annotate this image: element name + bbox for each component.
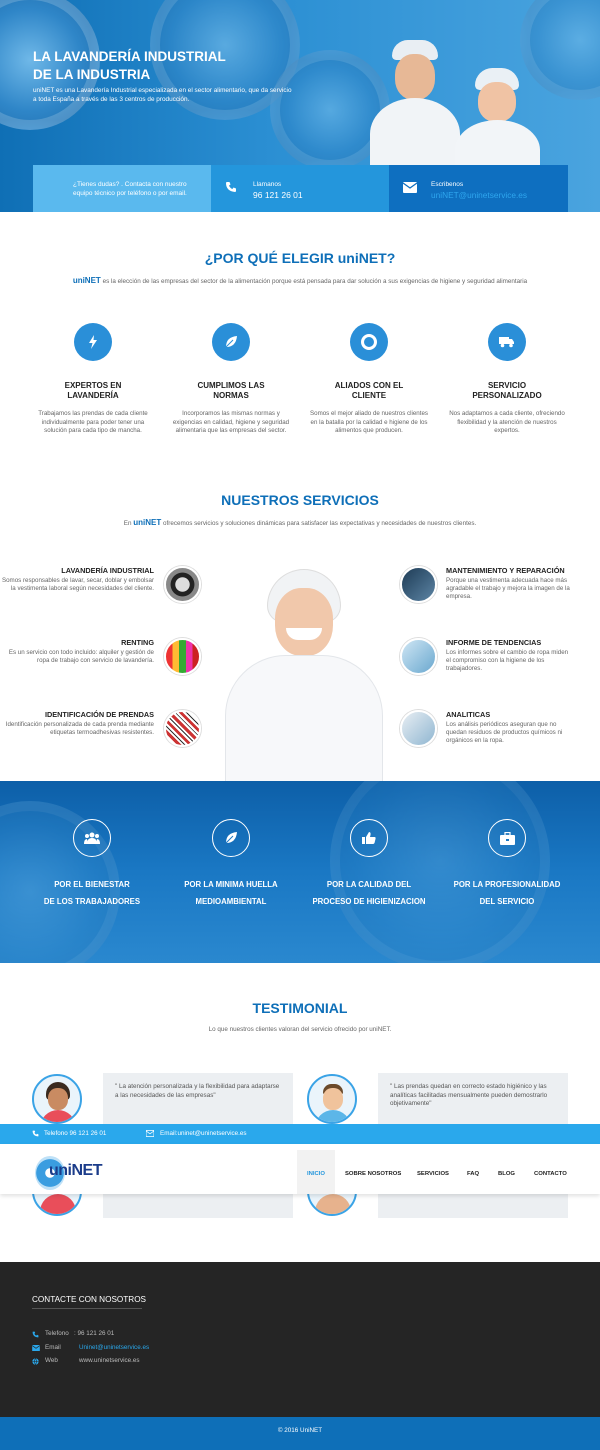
leaf-icon	[212, 323, 250, 361]
envelope-icon	[32, 1345, 40, 1351]
footer: CONTACTE CON NOSOTROS Telefono : 96 121 …	[0, 1262, 600, 1417]
services-subtitle: En uniNET ofrecemos servicios y solucion…	[123, 518, 477, 527]
why-item-title: EXPERTOS EN LAVANDERÍA	[64, 381, 122, 400]
service-identification[interactable]: IDENTIFICACIÓN DE PRENDAS Identificación…	[0, 710, 154, 737]
contact-email[interactable]: uniNET@uninetservice.es	[431, 190, 527, 200]
footer-phone[interactable]: : 96 121 26 01	[74, 1330, 114, 1337]
testimonial-subtitle: Lo que nuestros clientes valoran del ser…	[208, 1026, 392, 1033]
topbar-email[interactable]: Email:uninet@uninetservice.es	[160, 1130, 247, 1137]
why-item-title: ALIADOS CON EL CLIENTE	[334, 381, 404, 400]
clothes-rack-image	[164, 638, 201, 675]
footer-email[interactable]: Uninet@uninetservice.es	[79, 1344, 149, 1351]
service-trends[interactable]: INFORME DE TENDENCIAS Los informes sobre…	[446, 638, 572, 674]
value-environment: POR LA MINIMA HUELLA MEDIOAMBIENTAL	[166, 819, 296, 910]
footer-email-label: Email	[45, 1344, 61, 1351]
value-professionalism: POR LA PROFESIONALIDAD DEL SERVICIO	[442, 819, 572, 910]
nav-item-inicio[interactable]: INICIO	[307, 1171, 325, 1177]
footer-title: CONTACTE CON NOSOTROS	[32, 1295, 147, 1304]
value-wellbeing: POR EL BIENESTAR DE LOS TRABAJADORES	[27, 819, 157, 910]
call-box[interactable]: Llamanos 96 121 26 01	[211, 165, 389, 212]
site-logo[interactable]: uniNET	[35, 1150, 103, 1194]
avatar	[32, 1074, 82, 1124]
why-item-text: Somos el mejor aliado de nuestros client…	[310, 410, 428, 435]
testimonial-quote: " La atención personalizada y la flexibi…	[103, 1073, 293, 1124]
value-quality: POR LA CALIDAD DEL PROCESO DE HIGIENIZACI…	[304, 819, 434, 910]
repair-image	[400, 566, 437, 603]
phone-icon	[32, 1130, 39, 1137]
nav-item-faq[interactable]: FAQ	[467, 1171, 479, 1177]
lifebuoy-icon	[350, 323, 388, 361]
nav-item-sobre-nosotros[interactable]: SOBRE NOSOTROS	[345, 1171, 401, 1177]
group-icon	[73, 819, 111, 857]
services-title: NUESTROS SERVICIOS	[221, 492, 379, 508]
write-label: Escribenos	[431, 181, 464, 188]
testimonial-title: TESTIMONIAL	[252, 1000, 348, 1016]
avatar	[307, 1074, 357, 1124]
why-item-text: Trabajamos las prendas de cada cliente i…	[38, 410, 148, 435]
leaf-icon	[212, 819, 250, 857]
footer-phone-label: Telefono	[45, 1330, 69, 1337]
footer-web-label: Web	[45, 1357, 58, 1364]
footer-web[interactable]: www.uninetservice.es	[79, 1357, 140, 1364]
globe-icon	[32, 1358, 39, 1365]
service-analytics[interactable]: ANALITICAS Los análisis periódicos asegu…	[446, 710, 572, 746]
truck-icon	[488, 323, 526, 361]
why-item-title: SERVICIO PERSONALIZADO	[472, 381, 542, 400]
hero-title: LA LAVANDERÍA INDUSTRIAL DE LA INDUSTRIA	[33, 49, 226, 82]
why-item-title: CUMPLIMOS LAS NORMAS	[197, 381, 265, 400]
lab-analysis-image	[400, 710, 437, 747]
why-title: ¿POR QUÉ ELEGIR uniNET?	[204, 250, 396, 266]
briefcase-icon	[488, 819, 526, 857]
phone-icon	[32, 1331, 39, 1338]
copyright-text: © 2016 UniNET	[277, 1427, 323, 1434]
testimonial-quote	[378, 1194, 568, 1218]
contact-question-box: ¿Tienes dudas? . Contacta con nuestro eq…	[33, 165, 211, 212]
phone-icon	[225, 181, 237, 193]
service-maintenance[interactable]: MANTENIMIENTO Y REPARACIÓN Porque una ve…	[446, 566, 572, 602]
woman-worker-photo	[218, 568, 390, 781]
values-band: POR EL BIENESTAR DE LOS TRABAJADORES POR …	[0, 781, 600, 963]
worker-man-photo	[370, 40, 460, 170]
envelope-icon	[403, 182, 417, 193]
why-item-text: Incorporamos las mismas normas y exigenc…	[172, 410, 290, 435]
why-item-text: Nos adaptamos a cada cliente, ofreciendo…	[449, 410, 565, 435]
laundry-machine-image	[164, 566, 201, 603]
why-item-experts: EXPERTOS EN LAVANDERÍA Trabajamos las pre…	[33, 323, 153, 436]
nav-item-contacto[interactable]: CONTACTO	[534, 1171, 567, 1177]
report-image	[400, 638, 437, 675]
hero-description: uniNET es una Lavandería Industrial espe…	[33, 87, 292, 103]
contact-question-text: ¿Tienes dudas? . Contacta con nuestro eq…	[73, 181, 187, 197]
call-label: Llamanos	[253, 181, 282, 188]
topbar-phone[interactable]: Telefono 96 121 26 01	[44, 1130, 106, 1137]
envelope-icon	[146, 1130, 154, 1137]
nav-item-servicios[interactable]: SERVICIOS	[417, 1171, 449, 1177]
brand-name: uniNET	[133, 518, 162, 527]
why-item-allies: ALIADOS CON EL CLIENTE Somos el mejor ali…	[309, 323, 429, 436]
service-renting[interactable]: RENTING Es un servicio con todo incluido…	[0, 638, 154, 665]
copyright-bar: © 2016 UniNET	[0, 1417, 600, 1450]
barcode-label-image	[164, 710, 201, 747]
call-phone[interactable]: 96 121 26 01	[253, 190, 303, 200]
thumbs-up-icon	[350, 819, 388, 857]
why-item-service: SERVICIO PERSONALIZADO Nos adaptamos a ca…	[447, 323, 567, 436]
top-contact-bar: Telefono 96 121 26 01 Email:uninet@unine…	[0, 1124, 600, 1144]
nav-item-blog[interactable]: BLOG	[498, 1171, 515, 1177]
worker-woman-photo	[455, 68, 540, 180]
email-box[interactable]: Escribenos uniNET@uninetservice.es	[389, 165, 568, 212]
why-item-norms: CUMPLIMOS LAS NORMAS Incorporamos las mis…	[171, 323, 291, 436]
testimonial-quote: " Las prendas quedan en correcto estado …	[378, 1073, 568, 1124]
why-subtitle: uniNET es la elección de las empresas de…	[72, 276, 528, 285]
footer-divider	[32, 1308, 142, 1309]
testimonial-quote	[103, 1194, 293, 1218]
brand-name: uniNET	[72, 276, 101, 285]
lightning-icon	[74, 323, 112, 361]
service-laundry[interactable]: LAVANDERÍA INDUSTRIAL Somos responsables…	[0, 566, 154, 593]
